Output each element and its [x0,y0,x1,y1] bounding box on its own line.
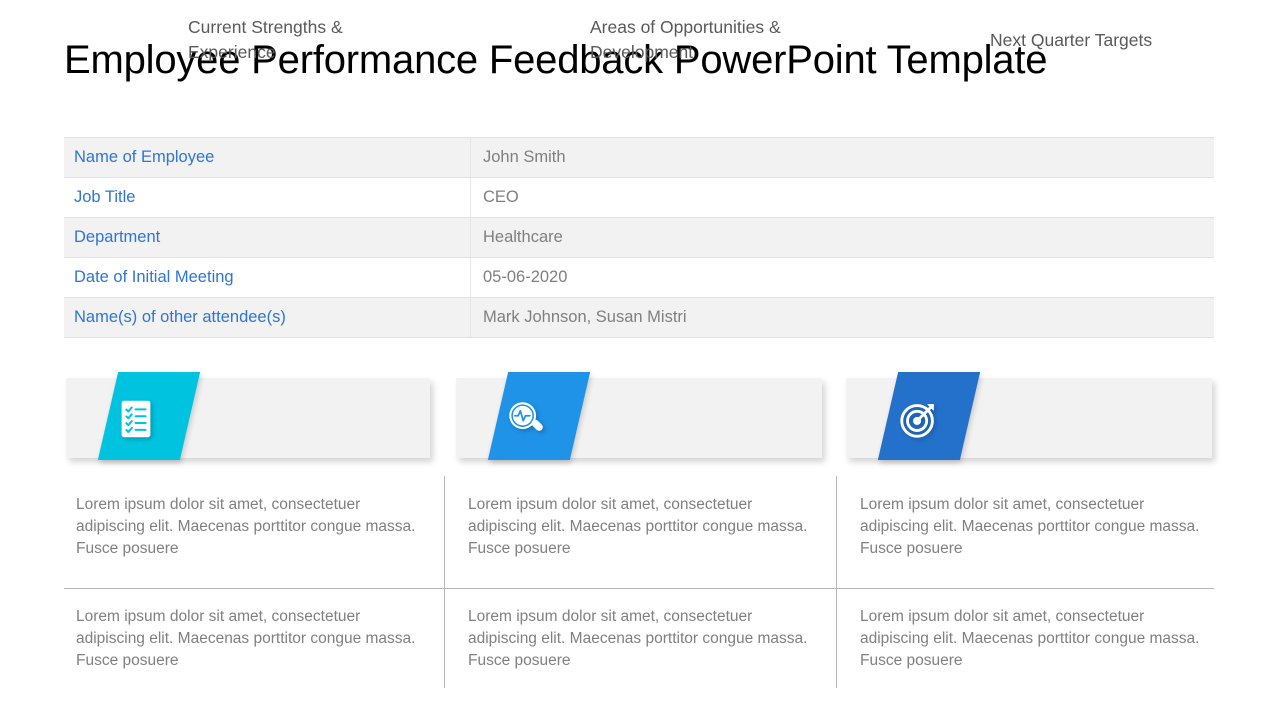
row-value: John Smith [470,137,1214,178]
column-divider-2 [836,476,837,688]
card-body-grid: Lorem ipsum dolor sit amet, consectetuer… [64,476,1214,688]
row-label: Name of Employee [64,137,471,178]
row-divider [64,588,1214,589]
body-text-col1-row1: Lorem ipsum dolor sit amet, consectetuer… [76,496,416,557]
body-text-col2-row1: Lorem ipsum dolor sit amet, consectetuer… [468,496,808,557]
card-title-opportunities: Areas of Opportunities & Development [590,17,781,62]
table-row: Date of Initial Meeting 05-06-2020 [64,257,1214,298]
row-value: 05-06-2020 [470,257,1214,298]
magnifier-pulse-icon [503,396,549,442]
body-text-col2-row2: Lorem ipsum dolor sit amet, consectetuer… [468,608,808,669]
table-row: Name(s) of other attendee(s) Mark Johnso… [64,297,1214,338]
card-header-row [0,372,1280,466]
column-divider-1 [444,476,445,688]
row-value: Healthcare [470,217,1214,258]
row-label: Department [64,217,471,258]
body-text-col3-row1: Lorem ipsum dolor sit amet, consectetuer… [860,496,1200,557]
table-row: Job Title CEO [64,177,1214,218]
row-label: Name(s) of other attendee(s) [64,297,471,338]
row-label: Date of Initial Meeting [64,257,471,298]
target-arrow-icon [896,396,942,442]
row-label: Job Title [64,177,471,218]
table-row: Name of Employee John Smith [64,137,1214,178]
body-text-col1-row2: Lorem ipsum dolor sit amet, consectetuer… [76,608,416,669]
card-title-strengths: Current Strengths & Experience [188,17,343,62]
row-value: Mark Johnson, Susan Mistri [470,297,1214,338]
card-title-targets: Next Quarter Targets [990,29,1153,50]
checklist-icon [113,396,159,442]
employee-info-table: Name of Employee John Smith Job Title CE… [64,137,1214,338]
table-row: Department Healthcare [64,217,1214,258]
row-value: CEO [470,177,1214,218]
body-text-col3-row2: Lorem ipsum dolor sit amet, consectetuer… [860,608,1200,669]
